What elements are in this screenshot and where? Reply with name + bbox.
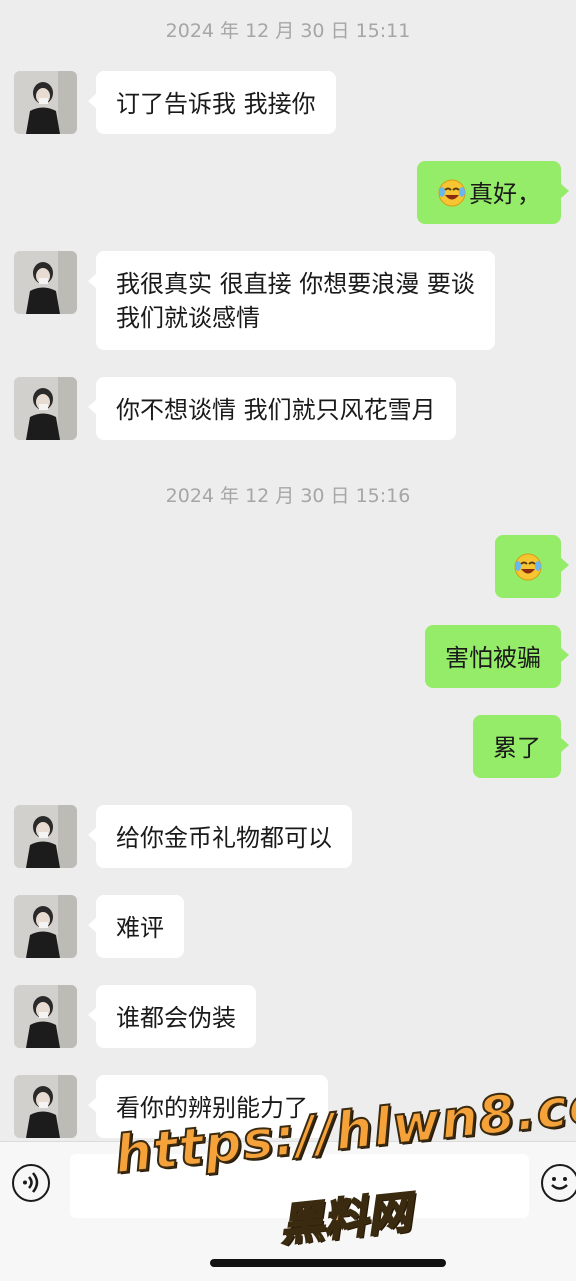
rofl-emoji-icon xyxy=(513,552,543,582)
timestamp: 2024 年 12 月 30 日 15:16 xyxy=(165,485,411,507)
avatar[interactable] xyxy=(14,895,77,958)
smile-icon[interactable] xyxy=(541,1164,576,1202)
message-text: 真好， xyxy=(469,180,541,208)
avatar[interactable] xyxy=(14,377,77,440)
avatar[interactable] xyxy=(14,1075,77,1138)
message-bubble[interactable]: 给你金币礼物都可以 xyxy=(88,805,352,868)
avatar[interactable] xyxy=(14,985,77,1048)
message-line: 我很真实 很直接 你想要浪漫 要谈 xyxy=(116,270,475,298)
message-bubble[interactable]: 订了告诉我 我接你 xyxy=(88,71,336,134)
avatar[interactable] xyxy=(14,805,77,868)
rofl-emoji-icon xyxy=(437,178,467,208)
message-bubble[interactable]: 你不想谈情 我们就只风花雪月 xyxy=(88,377,456,440)
avatar[interactable] xyxy=(14,251,77,314)
message-bubble[interactable] xyxy=(495,535,569,598)
message-bubble[interactable]: 累了 xyxy=(473,715,569,778)
message-bubble[interactable]: 谁都会伪装 xyxy=(88,985,256,1048)
message-line: 我们就谈感情 xyxy=(116,304,260,332)
home-indicator[interactable] xyxy=(210,1259,446,1267)
message-bubble[interactable]: 害怕被骗 xyxy=(425,625,569,688)
message-bubble[interactable]: 难评 xyxy=(88,895,184,958)
voice-icon[interactable] xyxy=(12,1164,50,1202)
message-bubble[interactable]: 真好， xyxy=(417,161,569,224)
timestamp: 2024 年 12 月 30 日 15:11 xyxy=(165,20,411,42)
avatar[interactable] xyxy=(14,71,77,134)
message-bubble[interactable]: 我很真实 很直接 你想要浪漫 要谈 我们就谈感情 xyxy=(88,251,495,350)
